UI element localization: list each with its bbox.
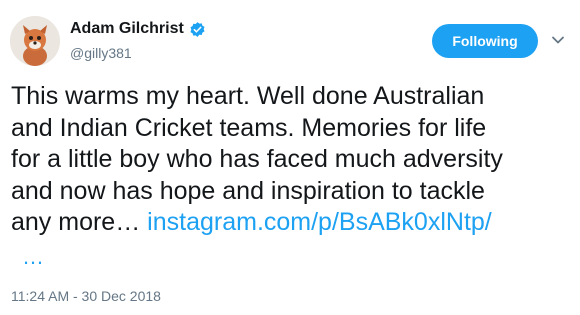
avatar[interactable]	[10, 16, 60, 66]
tweet-card: Adam Gilchrist @gilly381 Following This …	[0, 0, 580, 315]
chevron-down-icon[interactable]	[551, 33, 565, 47]
more-link[interactable]: …	[22, 244, 45, 270]
verified-badge-icon	[189, 21, 206, 38]
tweet-text: This warms my heart. Well done Australia…	[11, 81, 571, 239]
name-row: Adam Gilchrist	[70, 20, 206, 38]
following-button[interactable]: Following	[432, 24, 538, 58]
avatar-image	[10, 16, 60, 66]
user-handle[interactable]: @gilly381	[70, 45, 132, 61]
display-name[interactable]: Adam Gilchrist	[70, 20, 184, 38]
tweet-link[interactable]: instagram.com/p/BsABk0xlNtp/	[147, 208, 492, 236]
tweet-timestamp[interactable]: 11:24 AM - 30 Dec 2018	[11, 288, 161, 304]
